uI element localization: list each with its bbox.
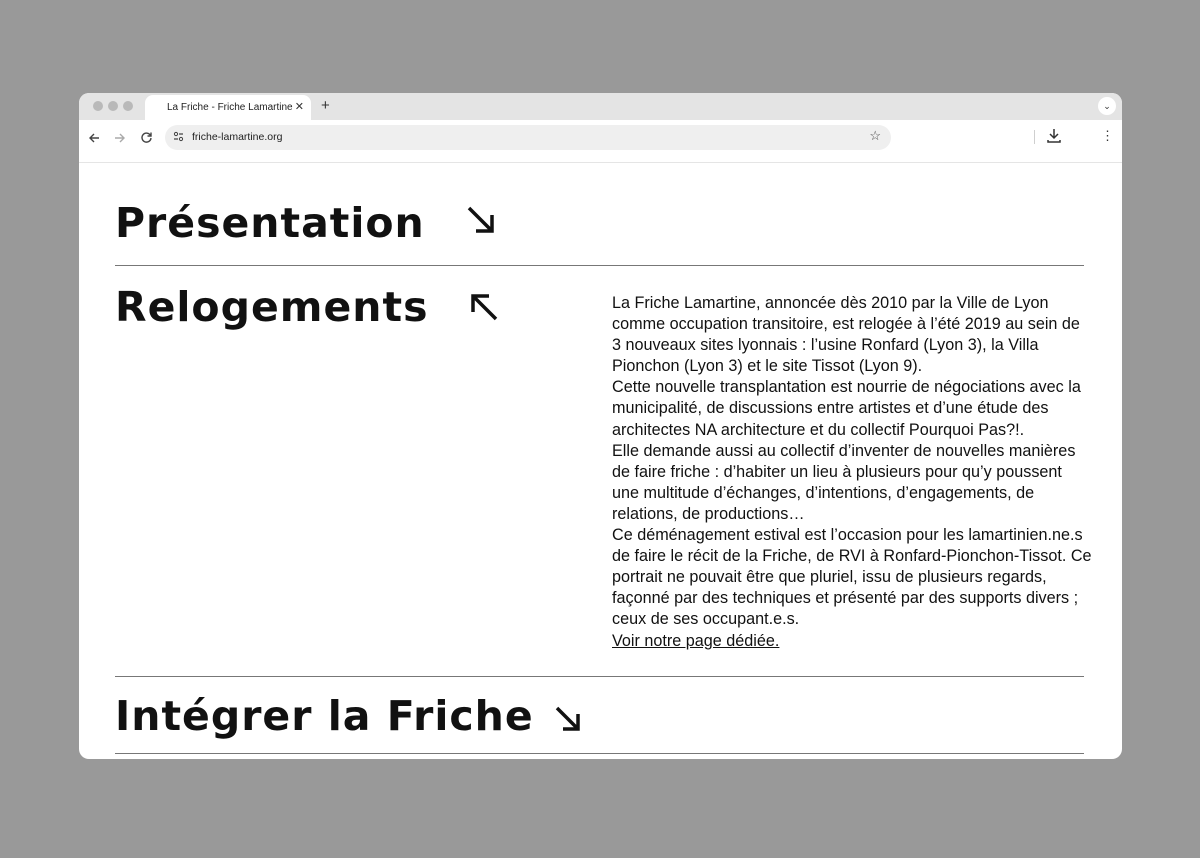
tab-close-icon[interactable]: ✕ xyxy=(295,100,304,113)
forward-icon[interactable] xyxy=(114,132,126,144)
section-title-integrer[interactable]: Intégrer la Friche xyxy=(115,692,534,740)
section-divider xyxy=(115,265,1084,266)
browser-window: La Friche - Friche Lamartine ✕ + ⌄ frich… xyxy=(79,93,1122,759)
arrow-down-right-icon[interactable] xyxy=(552,703,586,737)
url-text: friche-lamartine.org xyxy=(192,131,283,143)
browser-toolbar: friche-lamartine.org ☆ ⋮ xyxy=(79,120,1122,163)
section-divider xyxy=(115,676,1084,677)
dedicated-page-link[interactable]: Voir notre page dédiée. xyxy=(612,632,779,650)
reload-icon[interactable] xyxy=(140,131,153,144)
relogements-text: La Friche Lamartine, annoncée dès 2010 p… xyxy=(612,293,1092,652)
toolbar-divider xyxy=(1034,130,1035,144)
active-tab[interactable]: La Friche - Friche Lamartine ✕ xyxy=(145,95,311,120)
menu-kebab-icon[interactable]: ⋮ xyxy=(1101,129,1114,142)
minimize-window-dot[interactable] xyxy=(108,101,118,111)
address-bar[interactable]: friche-lamartine.org ☆ xyxy=(165,125,891,150)
section-title-presentation[interactable]: Présentation xyxy=(115,199,425,247)
maximize-window-dot[interactable] xyxy=(123,101,133,111)
bookmark-star-icon[interactable]: ☆ xyxy=(869,128,881,144)
tab-search-button[interactable]: ⌄ xyxy=(1098,97,1116,115)
site-settings-icon[interactable] xyxy=(173,131,184,142)
page-content: Présentation Relogements La Friche Lamar… xyxy=(79,163,1122,759)
paragraph: La Friche Lamartine, annoncée dès 2010 p… xyxy=(612,294,1080,376)
arrow-up-left-icon[interactable] xyxy=(468,291,502,325)
paragraph: Cette nouvelle transplantation est nourr… xyxy=(612,378,1081,439)
paragraph: Ce déménagement estival est l’occasion p… xyxy=(612,526,1092,629)
section-divider xyxy=(115,753,1084,754)
new-tab-button[interactable]: + xyxy=(321,97,330,114)
close-window-dot[interactable] xyxy=(93,101,103,111)
tab-strip: La Friche - Friche Lamartine ✕ + ⌄ xyxy=(79,93,1122,120)
download-icon[interactable] xyxy=(1047,128,1061,144)
back-icon[interactable] xyxy=(88,132,100,144)
tab-title: La Friche - Friche Lamartine xyxy=(167,102,293,113)
section-title-relogements[interactable]: Relogements xyxy=(115,283,428,331)
paragraph: Elle demande aussi au collectif d’invent… xyxy=(612,441,1076,523)
arrow-down-right-icon[interactable] xyxy=(464,203,498,237)
